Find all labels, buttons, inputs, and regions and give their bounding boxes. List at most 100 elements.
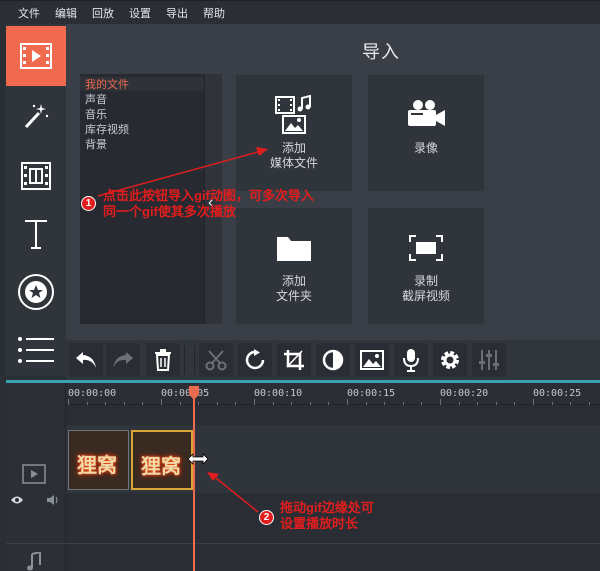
ruler-tick xyxy=(198,402,199,405)
undo-icon xyxy=(76,352,96,368)
add-media-files-tile[interactable]: 添加 媒体文件 xyxy=(236,75,352,191)
ruler-label: 00:00:20 xyxy=(440,388,489,399)
add-media-files-label: 添加 媒体文件 xyxy=(269,141,318,170)
resize-cursor-icon xyxy=(187,453,209,465)
ruler-tick xyxy=(552,402,553,405)
record-audio-button[interactable] xyxy=(394,343,428,377)
ruler-tick xyxy=(366,402,367,405)
annotation-note-1-line-2: 同一个gif使其多次播放 xyxy=(103,204,236,219)
rotate-icon xyxy=(245,349,265,370)
music-note-icon xyxy=(27,552,41,571)
menu-edit[interactable]: 编辑 xyxy=(55,5,77,21)
file-list-item-backgrounds[interactable]: 背景 xyxy=(85,136,107,152)
color-adjust-button[interactable] xyxy=(316,343,350,377)
settings-button[interactable] xyxy=(433,343,467,377)
rail-stickers-button[interactable] xyxy=(6,262,66,322)
ruler-label: 00:00:00 xyxy=(68,388,117,399)
menu-help[interactable]: 帮助 xyxy=(203,5,225,21)
menu-settings[interactable]: 设置 xyxy=(129,5,151,21)
ruler-tick xyxy=(142,402,143,405)
crop-icon xyxy=(284,350,304,370)
ruler-tick xyxy=(440,399,441,405)
rail-titles-button[interactable] xyxy=(6,204,66,264)
playhead-line[interactable] xyxy=(193,388,195,571)
ruler-tick xyxy=(87,402,88,405)
ruler-tick xyxy=(105,402,106,405)
rail-transitions-button[interactable] xyxy=(6,146,66,206)
ruler-tick xyxy=(403,402,404,405)
undo-button[interactable] xyxy=(69,343,103,377)
ruler-tick xyxy=(533,399,534,405)
screen-capture-icon xyxy=(409,235,443,261)
equalizer-button[interactable] xyxy=(472,343,506,377)
ruler-tick xyxy=(180,402,181,405)
transitions-icon xyxy=(21,162,51,190)
ruler-tick xyxy=(68,399,69,405)
add-folder-tile[interactable]: 添加 文件夹 xyxy=(236,208,352,324)
image-button[interactable] xyxy=(355,343,389,377)
ruler-tick xyxy=(124,402,125,405)
gif-clip-selected[interactable]: 狸窝 xyxy=(131,430,193,490)
rail-effects-button[interactable] xyxy=(6,86,66,146)
image-icon xyxy=(360,350,384,370)
ruler-tick xyxy=(477,402,478,405)
menu-file[interactable]: 文件 xyxy=(18,5,40,21)
ruler-tick xyxy=(310,402,311,405)
record-video-label: 录像 xyxy=(413,141,438,155)
record-video-tile[interactable]: 录像 xyxy=(368,75,484,191)
panel-title: 导入 xyxy=(362,42,400,62)
timeline-ruler[interactable] xyxy=(66,383,600,405)
ruler-tick xyxy=(161,399,162,405)
eye-icon[interactable] xyxy=(10,495,24,505)
file-list-item-my-files[interactable]: 我的文件 xyxy=(85,76,129,92)
speaker-icon[interactable] xyxy=(46,494,60,506)
ruler-tick xyxy=(291,402,292,405)
gif-clip[interactable]: 狸窝 xyxy=(68,430,129,490)
redo-button[interactable] xyxy=(106,343,140,377)
menu-playback[interactable]: 回放 xyxy=(92,5,114,21)
ruler-tick xyxy=(254,399,255,405)
ruler-label: 00:00:05 xyxy=(161,388,210,399)
ruler-label: 00:00:25 xyxy=(533,388,582,399)
file-list-item-music[interactable]: 音乐 xyxy=(85,106,107,122)
toolbar-separator xyxy=(184,346,185,374)
video-track-icon xyxy=(22,464,46,484)
delete-button[interactable] xyxy=(146,343,180,377)
media-import-icon xyxy=(20,43,52,69)
rotate-button[interactable] xyxy=(238,343,272,377)
ruler-label: 00:00:10 xyxy=(254,388,303,399)
microphone-icon xyxy=(403,349,419,372)
rail-import-button[interactable] xyxy=(6,26,66,86)
ruler-tick xyxy=(235,402,236,405)
rail-more-button[interactable] xyxy=(6,320,66,380)
menu-export[interactable]: 导出 xyxy=(166,5,188,21)
clip-thumbnail-text: 狸窝 xyxy=(77,453,117,477)
screen-capture-tile[interactable]: 录制 截屏视频 xyxy=(368,208,484,324)
annotation-badge-2: 2 xyxy=(259,510,274,525)
cut-button[interactable] xyxy=(199,343,233,377)
equalizer-icon xyxy=(479,350,499,370)
menu-bar: 文件 编辑 回放 设置 导出 帮助 xyxy=(0,0,600,24)
cut-icon xyxy=(205,350,227,371)
ruler-tick xyxy=(589,402,590,405)
add-folder-label: 添加 文件夹 xyxy=(275,274,312,303)
delete-icon xyxy=(155,349,171,371)
annotation-note-2-line-1: 拖动gif边缘处可 xyxy=(280,500,374,515)
redo-icon xyxy=(113,352,133,368)
color-adjust-icon xyxy=(322,349,344,371)
ruler-tick xyxy=(514,402,515,405)
annotation-note-1-line-1: 点击此按钮导入gif动图，可多次导入 xyxy=(103,188,314,203)
ruler-tick xyxy=(217,402,218,405)
track-separator xyxy=(6,543,600,544)
magic-wand-icon xyxy=(24,104,49,129)
stickers-icon xyxy=(18,274,54,310)
file-list-item-sounds[interactable]: 声音 xyxy=(85,91,107,107)
file-list-item-stock-video[interactable]: 库存视频 xyxy=(85,121,129,137)
clip-thumbnail-text: 狸窝 xyxy=(141,454,181,478)
crop-button[interactable] xyxy=(277,343,311,377)
annotation-badge-1: 1 xyxy=(81,196,96,211)
tool-rail xyxy=(6,24,66,376)
settings-icon xyxy=(441,351,459,369)
ruler-tick xyxy=(347,399,348,405)
annotation-note-2-line-2: 设置播放时长 xyxy=(280,516,359,531)
